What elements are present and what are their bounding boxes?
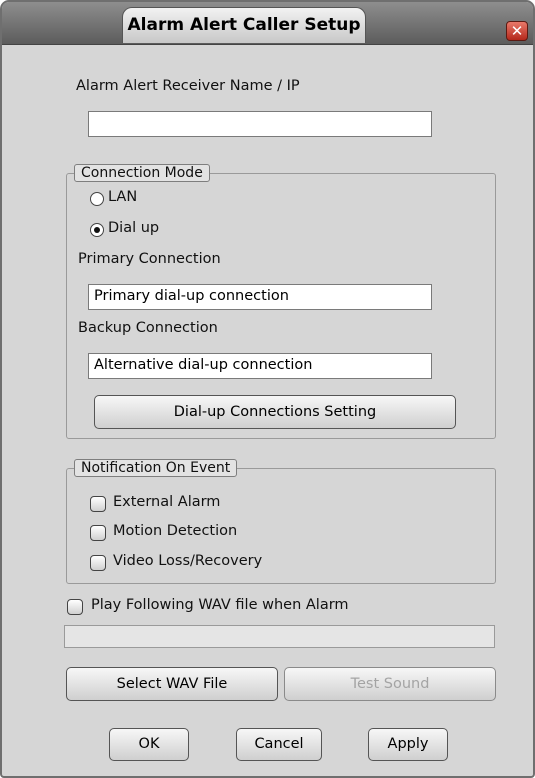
radio-selected-dot <box>94 227 100 233</box>
motion-detection-checkbox[interactable] <box>90 525 106 541</box>
window-title: Alarm Alert Caller Setup <box>127 15 361 35</box>
dialog-window: Alarm Alert Caller Setup ✕ Alarm Alert R… <box>0 0 535 778</box>
apply-button[interactable]: Apply <box>368 728 448 761</box>
video-loss-checkbox[interactable] <box>90 555 106 571</box>
external-alarm-label: External Alarm <box>113 494 221 510</box>
play-wav-checkbox[interactable] <box>67 599 83 615</box>
primary-connection-label: Primary Connection <box>78 251 221 267</box>
notification-legend: Notification On Event <box>74 459 238 477</box>
test-sound-button: Test Sound <box>284 667 496 701</box>
lan-label: LAN <box>108 189 138 205</box>
receiver-input[interactable] <box>88 111 432 137</box>
dialup-label: Dial up <box>108 220 160 236</box>
video-loss-label: Video Loss/Recovery <box>113 553 263 569</box>
connection-mode-legend: Connection Mode <box>74 164 210 182</box>
external-alarm-checkbox[interactable] <box>90 496 106 512</box>
lan-radio[interactable] <box>90 192 104 206</box>
play-wav-label: Play Following WAV file when Alarm <box>91 597 349 613</box>
wav-file-path <box>64 625 495 648</box>
backup-connection-label: Backup Connection <box>78 320 218 336</box>
cancel-button[interactable]: Cancel <box>236 728 322 761</box>
motion-detection-label: Motion Detection <box>113 523 238 539</box>
backup-connection-input[interactable]: Alternative dial-up connection <box>88 353 432 379</box>
primary-connection-input[interactable]: Primary dial-up connection <box>88 284 432 310</box>
dialup-radio[interactable] <box>90 223 104 237</box>
close-icon[interactable]: ✕ <box>506 21 528 41</box>
title-bar[interactable]: Alarm Alert Caller Setup ✕ <box>2 2 533 45</box>
ok-button[interactable]: OK <box>109 728 189 761</box>
dialup-settings-button[interactable]: Dial-up Connections Setting <box>94 395 456 429</box>
select-wav-button[interactable]: Select WAV File <box>66 667 278 701</box>
receiver-label: Alarm Alert Receiver Name / IP <box>76 78 300 94</box>
title-tab: Alarm Alert Caller Setup <box>122 7 366 43</box>
